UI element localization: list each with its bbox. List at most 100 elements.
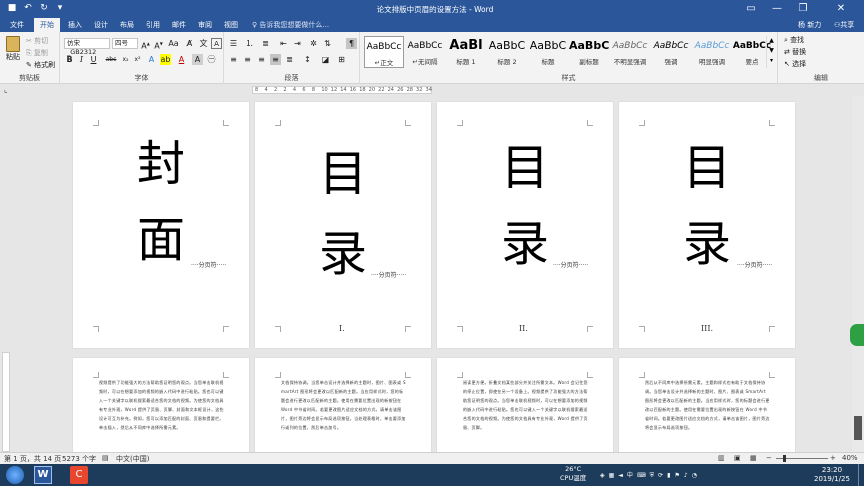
increase-indent-icon[interactable]: ⇥ [292, 38, 303, 49]
start-icon[interactable] [6, 466, 24, 484]
style-heading-2[interactable]: AaBbC 标题 2 [487, 36, 527, 68]
tab-view[interactable]: 视图 [218, 18, 244, 32]
tab-file[interactable]: 文件 [4, 18, 30, 32]
tab-home[interactable]: 开始 [34, 18, 60, 32]
tab-references[interactable]: 引用 [140, 18, 166, 32]
vertical-scrollbar[interactable] [852, 96, 864, 452]
word-app-icon[interactable]: W [34, 466, 52, 484]
justify-icon[interactable]: ≡ [270, 54, 281, 65]
zoom-slider[interactable] [776, 455, 828, 462]
zoom-in-icon[interactable]: + [830, 454, 836, 462]
text-effects-icon[interactable]: A [146, 54, 157, 65]
shading-icon[interactable]: ◪ [320, 54, 331, 65]
sort-icon[interactable]: ⇅ [322, 38, 333, 49]
style-heading-1[interactable]: AaBl 标题 1 [446, 36, 486, 68]
tab-mailings[interactable]: 邮件 [166, 18, 192, 32]
security-icon[interactable]: ⛨ [650, 472, 659, 479]
clear-format-icon[interactable]: A̸ [184, 38, 195, 49]
wifi-icon[interactable]: ◔ [692, 472, 701, 479]
underline-button[interactable]: U [88, 54, 99, 65]
shrink-font-icon[interactable]: A▼ [153, 38, 164, 51]
language[interactable]: 中文(中国) [116, 454, 149, 464]
align-center-icon[interactable]: ≡ [242, 54, 253, 65]
share-button[interactable]: ⚇共享 [834, 19, 854, 31]
print-layout-icon[interactable]: ▣ [734, 454, 741, 462]
undo-icon[interactable]: ↶ [22, 2, 34, 14]
scroll-up-icon[interactable]: ▲ [767, 36, 776, 46]
web-layout-icon[interactable]: ▦ [750, 454, 757, 462]
page-count[interactable]: 第 1 页，共 14 页 [4, 454, 61, 464]
font-color-icon[interactable]: A [176, 54, 187, 65]
numbering-icon[interactable]: ⒈ [244, 38, 255, 49]
styles-scroll[interactable]: ▲ ▼ ▾ [766, 36, 776, 68]
recorder-app-icon[interactable]: C [70, 466, 88, 484]
tab-layout[interactable]: 布局 [114, 18, 140, 32]
distributed-icon[interactable]: ≣ [284, 54, 295, 65]
phonetic-guide-icon[interactable]: 文 [198, 38, 209, 49]
ribbon-display-icon[interactable]: ▭ [740, 0, 762, 18]
more-styles-icon[interactable]: ▾ [767, 56, 776, 66]
restore-icon[interactable]: ❐ [792, 0, 814, 18]
page-6[interactable]: 文档保持协调。当您单击设计并选择新的主题时，图片、图表或 SmartArt 图形… [255, 358, 431, 452]
copy-button[interactable]: ⎘ 复制 [26, 48, 48, 58]
page-2[interactable]: 目 录 ····分页符····· I. [255, 102, 431, 348]
borders-icon[interactable]: ⊞ [336, 54, 347, 65]
char-border-icon[interactable]: A [211, 38, 222, 49]
word-count[interactable]: 5273 个字 [62, 454, 96, 464]
line-spacing-icon[interactable]: ↕ [302, 54, 313, 65]
align-left-icon[interactable]: ≡ [228, 54, 239, 65]
font-name-select[interactable]: 仿宋_GB2312 [64, 38, 110, 56]
strikethrough-button[interactable]: abc [104, 54, 118, 65]
style-normal[interactable]: AaBbCc ↵正文 [364, 36, 404, 68]
network-icon[interactable]: ▦ [609, 472, 619, 479]
select-button[interactable]: ↖ 选择 [784, 59, 806, 69]
bold-button[interactable]: B [64, 54, 75, 65]
replace-button[interactable]: ⇄ 替换 [784, 47, 806, 57]
style-intense-emphasis[interactable]: AaBbCc 明显强调 [692, 36, 732, 68]
user-name[interactable]: 杨 新力 [798, 19, 821, 31]
highlight-icon[interactable]: ab [160, 54, 171, 65]
flag-icon[interactable]: ⚑ [674, 472, 683, 479]
page-1[interactable]: 封 面 ····分页符····· [73, 102, 249, 348]
close-icon[interactable]: ✕ [818, 0, 864, 18]
zoom-level[interactable]: 40% [842, 454, 858, 462]
multilevel-list-icon[interactable]: ≣ [260, 38, 271, 49]
font-size-select[interactable]: 四号 [112, 38, 138, 49]
tab-insert[interactable]: 插入 [62, 18, 88, 32]
horizontal-ruler[interactable]: 8 4 2 2 4 6 8 10 12 14 16 18 20 22 24 26 28 32 34 [252, 86, 432, 94]
minimize-icon[interactable]: — [766, 0, 788, 18]
tray-app-icon[interactable]: ◈ [600, 472, 609, 479]
page-7[interactable]: 阅读更方便。折叠文档某些部分并关注所需文本。Word 会记住您的停止位置，即使在… [437, 358, 613, 452]
change-case-icon[interactable]: Aa [168, 38, 179, 49]
clock[interactable]: 23:20 2019/1/25 [814, 466, 850, 484]
proofing-icon[interactable]: ▤ [102, 454, 109, 462]
cut-button[interactable]: ✂ 剪切 [26, 36, 48, 46]
volume-icon[interactable]: ◄ [618, 472, 627, 479]
format-painter-button[interactable]: ✎ 格式刷 [26, 60, 55, 70]
style-subtle-emphasis[interactable]: AaBbCc 不明显强调 [610, 36, 650, 68]
keyboard-icon[interactable]: ⌨ [637, 472, 650, 479]
enclose-char-icon[interactable]: ㊀ [206, 54, 217, 65]
page-4[interactable]: 目 录 ····分页符····· III. [619, 102, 795, 348]
cpu-temp-widget[interactable]: 26°C CPU温度 [560, 465, 586, 483]
qat-customize-icon[interactable]: ▾ [54, 2, 66, 14]
read-mode-icon[interactable]: ▥ [718, 454, 725, 462]
style-title[interactable]: AaBbC 标题 [528, 36, 568, 68]
find-button[interactable]: ⌕ 查找 [784, 35, 804, 45]
bullets-icon[interactable]: ☰ [228, 38, 239, 49]
scroll-down-icon[interactable]: ▼ [767, 46, 776, 56]
decrease-indent-icon[interactable]: ⇤ [278, 38, 289, 49]
tray-icons[interactable]: ◈▦◄中⌨⛨⟳▮⚑♪◔ [600, 470, 701, 480]
show-desktop-button[interactable] [858, 464, 864, 486]
tab-design[interactable]: 设计 [88, 18, 114, 32]
paste-button[interactable]: 粘贴 [4, 36, 22, 66]
update-icon[interactable]: ⟳ [658, 472, 667, 479]
style-no-spacing[interactable]: AaBbCc ↵无间隔 [405, 36, 445, 68]
save-icon[interactable]: ■ [6, 2, 18, 14]
chinese-layout-icon[interactable]: ✲ [308, 38, 319, 49]
align-right-icon[interactable]: ≡ [256, 54, 267, 65]
zoom-out-icon[interactable]: − [766, 454, 772, 462]
tell-me-box[interactable]: ♀ 告诉我您想要做什么... [252, 20, 329, 31]
side-widget[interactable] [850, 324, 864, 346]
show-marks-icon[interactable]: ¶ [346, 38, 357, 49]
